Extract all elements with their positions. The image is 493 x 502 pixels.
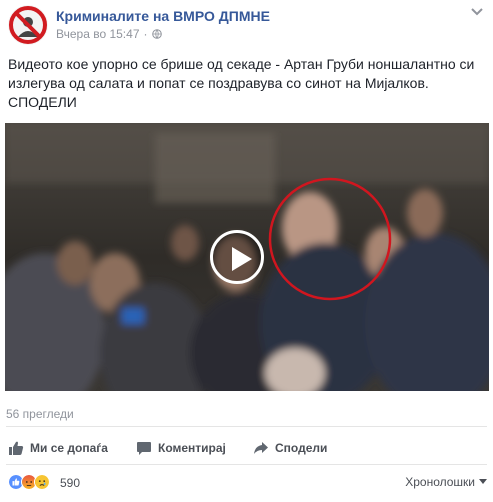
post-header: Криминалите на ВМРО ДПМНЕ Вчера во 15:47… [8,5,486,45]
divider [6,464,487,465]
play-button[interactable] [210,230,264,284]
reaction-icons[interactable] [8,474,50,490]
page-avatar[interactable] [8,5,48,45]
post-message: Видеото кое упорно се брише од секаде - … [8,55,490,112]
chevron-down-icon[interactable] [470,7,484,17]
globe-icon [151,29,162,39]
facebook-post: Криминалите на ВМРО ДПМНЕ Вчера во 15:47… [0,0,493,502]
page-name-link[interactable]: Криминалите на ВМРО ДПМНЕ [56,8,270,24]
like-label: Ми се допаѓа [30,441,108,455]
thumbs-up-icon [9,441,24,455]
divider [6,426,487,427]
share-icon [254,442,268,454]
like-button[interactable]: Ми се допаѓа [6,436,136,460]
video-player[interactable] [5,123,489,391]
post-text-line: излегува од салата и попат се поздравува… [8,75,429,91]
sad-reaction-icon [34,474,50,490]
comment-button[interactable]: Коментирај [136,436,253,460]
post-text-line: Видеото кое упорно се брише од секаде - … [8,56,475,72]
action-bar: Ми се допаѓа Коментирај Сподели [6,436,487,460]
caret-down-icon [479,479,487,484]
meta-separator: · [143,27,148,41]
reactions-row: 590 Хронолошки [6,471,487,493]
reaction-count[interactable]: 590 [60,476,80,490]
play-icon [232,247,252,271]
comment-sort-dropdown[interactable]: Хронолошки [405,475,487,489]
view-count: 56 прегледи [6,407,74,421]
share-button[interactable]: Сподели [253,436,363,460]
share-label: Сподели [275,441,328,455]
post-meta: Вчера во 15:47 · [56,27,162,41]
comment-label: Коментирај [158,441,226,455]
post-text-line: СПОДЕЛИ [8,94,77,110]
sort-label: Хронолошки [405,475,475,489]
post-timestamp[interactable]: Вчера во 15:47 [56,27,140,41]
comment-icon [137,442,151,455]
